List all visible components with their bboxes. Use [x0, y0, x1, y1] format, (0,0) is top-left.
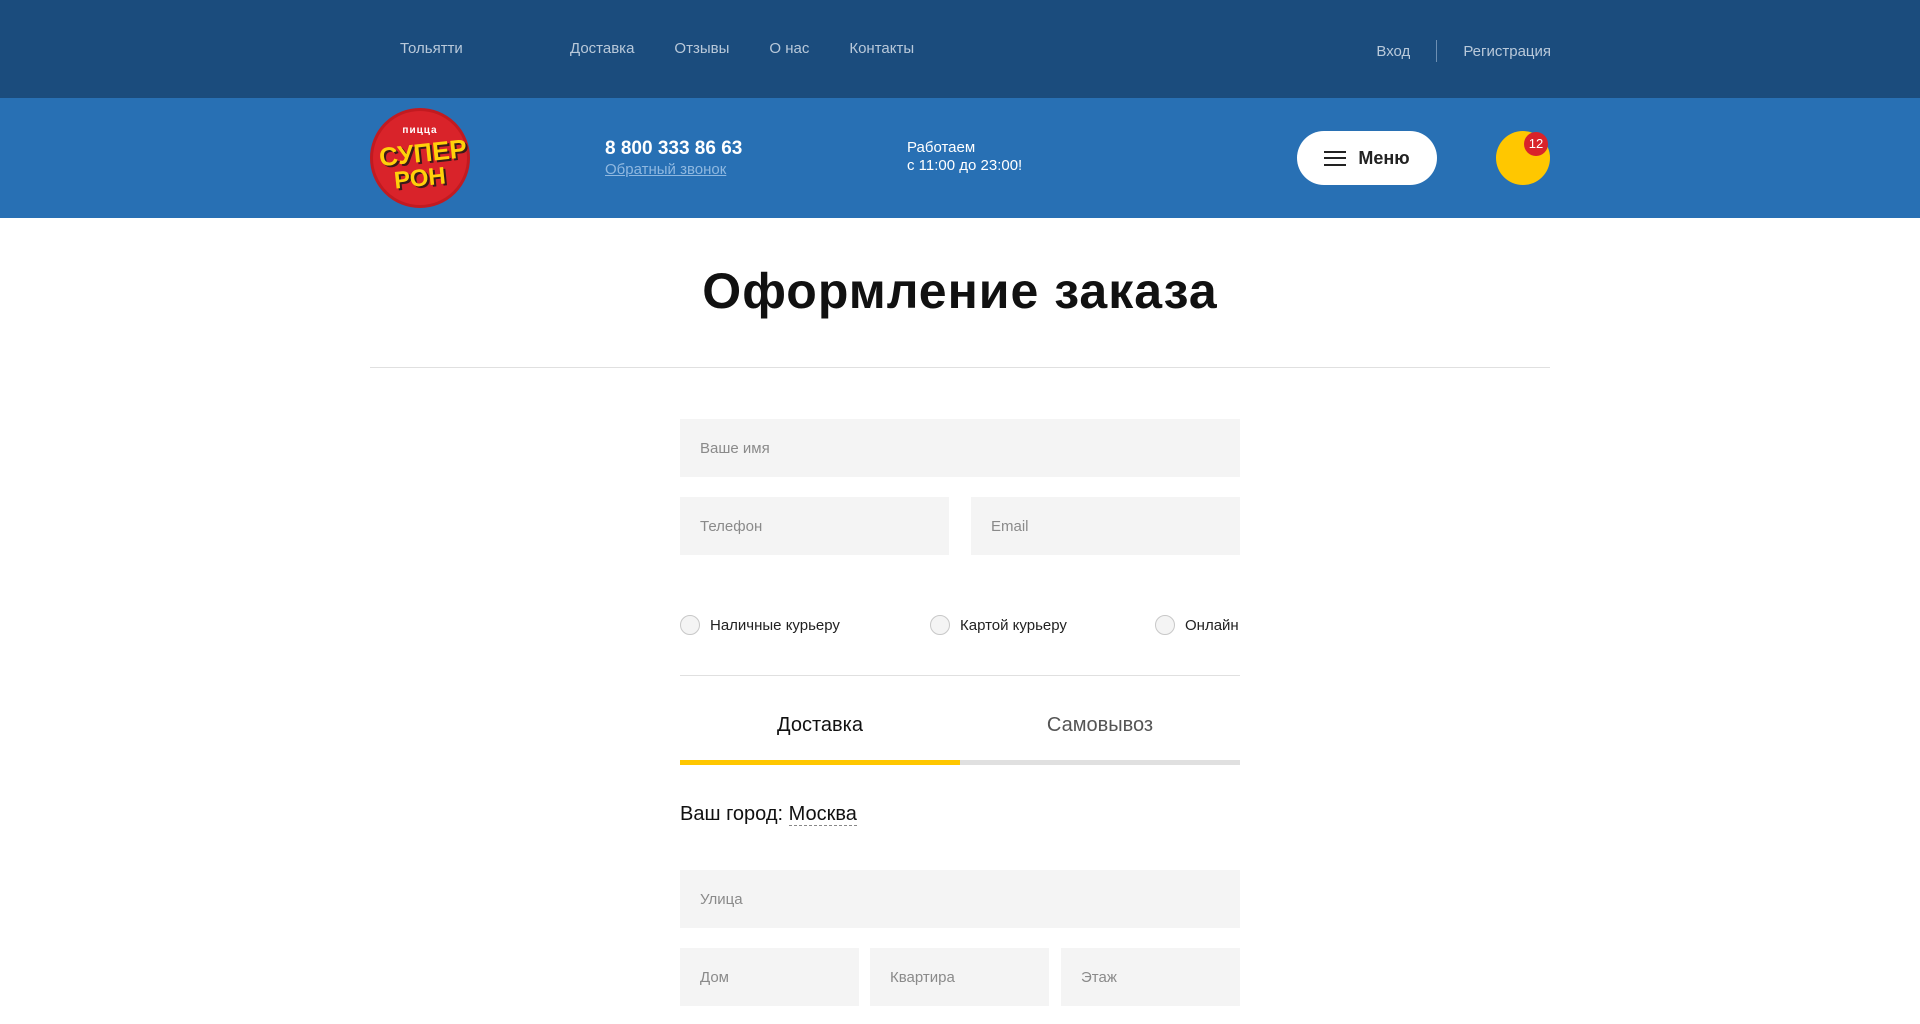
- hours-line-2: с 11:00 до 23:00!: [907, 157, 1023, 174]
- tab-delivery-indicator: [680, 760, 960, 765]
- hamburger-icon: [1324, 150, 1347, 166]
- nav-delivery[interactable]: Доставка: [570, 40, 634, 57]
- title-divider: [370, 367, 1550, 368]
- cart-count-badge: 12: [1524, 132, 1548, 156]
- register-link[interactable]: Регистрация: [1463, 43, 1551, 60]
- payment-online-label: Онлайн: [1185, 616, 1239, 634]
- menu-button[interactable]: Меню: [1297, 131, 1437, 185]
- radio-circle[interactable]: [680, 615, 700, 635]
- nav-about[interactable]: О нас: [769, 40, 809, 57]
- street-input[interactable]: [680, 870, 1240, 928]
- city-label: Ваш город:: [680, 803, 784, 825]
- radio-circle[interactable]: [1155, 615, 1175, 635]
- city-value-link[interactable]: Москва: [788, 803, 857, 826]
- tab-pickup[interactable]: Самовывоз: [960, 714, 1240, 737]
- main-header: пицца СУПЕР РОН 8 800 333 86 63 Обратный…: [0, 98, 1920, 218]
- auth-divider: [1436, 40, 1438, 62]
- auth-links: Вход Регистрация: [1376, 40, 1551, 62]
- city-selector[interactable]: Тольятти: [400, 40, 463, 57]
- login-link[interactable]: Вход: [1376, 43, 1410, 60]
- page-title: Оформление заказа: [702, 263, 1218, 319]
- working-hours: Работаем с 11:00 до 23:00!: [907, 139, 1022, 175]
- menu-button-label: Меню: [1358, 147, 1410, 168]
- callback-link[interactable]: Обратный звонок: [605, 161, 726, 178]
- tab-delivery[interactable]: Доставка: [680, 714, 960, 737]
- house-input[interactable]: [680, 948, 859, 1006]
- name-input[interactable]: [680, 419, 1240, 477]
- payment-card-label: Картой курьеру: [960, 616, 1067, 634]
- apartment-input[interactable]: [870, 948, 1049, 1006]
- payment-cash-radio[interactable]: Наличные курьеру: [680, 615, 840, 635]
- phone-number[interactable]: 8 800 333 86 63: [605, 138, 742, 160]
- top-nav: Доставка Отзывы О нас Контакты: [570, 40, 914, 57]
- top-bar: Тольятти Доставка Отзывы О нас Контакты …: [0, 0, 1920, 98]
- email-input[interactable]: [971, 497, 1240, 555]
- floor-input[interactable]: [1061, 948, 1240, 1006]
- tab-pickup-indicator: [960, 760, 1240, 765]
- payment-card-radio[interactable]: Картой курьеру: [930, 615, 1067, 635]
- payment-online-radio[interactable]: Онлайн: [1155, 615, 1239, 635]
- logo[interactable]: пицца СУПЕР РОН: [370, 108, 470, 208]
- radio-circle[interactable]: [930, 615, 950, 635]
- phone-input[interactable]: [680, 497, 949, 555]
- payment-cash-label: Наличные курьеру: [710, 616, 840, 634]
- nav-contacts[interactable]: Контакты: [849, 40, 914, 57]
- city-row: Ваш город: Москва: [680, 803, 857, 826]
- form-divider: [680, 675, 1240, 676]
- nav-reviews[interactable]: Отзывы: [674, 40, 729, 57]
- hours-line-1: Работаем: [907, 139, 976, 156]
